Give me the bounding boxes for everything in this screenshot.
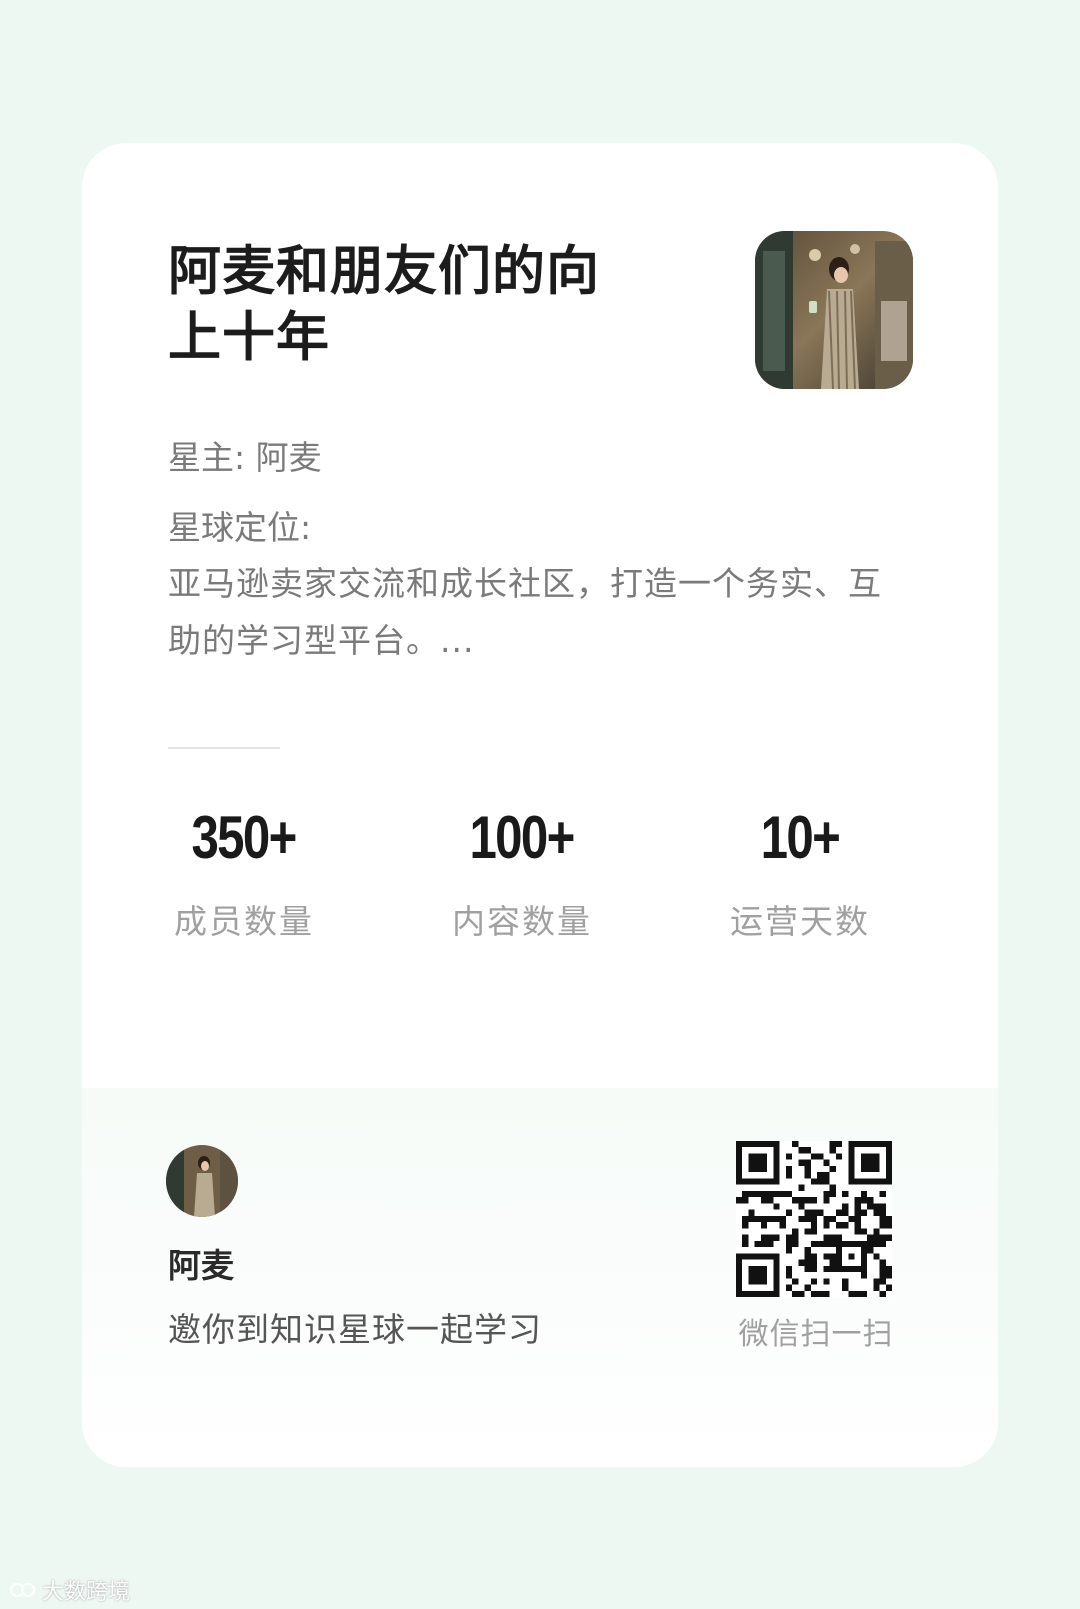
stat-value: 350+ [191,804,298,871]
inviter-name: 阿麦 [168,1246,234,1285]
stat-value: 100+ [469,804,576,871]
planet-title: 阿麦和朋友们的向上十年 [168,241,600,368]
watermark-logo-icon [10,1583,35,1597]
watermark: 大数跨境 [10,1574,130,1606]
stat-contents: 100+ 内容数量 [422,803,622,943]
positioning-description: 亚马逊卖家交流和成长社区，打造一个务实、互助的学习型平台。... [168,564,882,660]
qr-scan-label: 微信扫一扫 [738,1317,894,1352]
stat-label: 成员数量 [174,902,314,941]
invite-message: 邀你到知识星球一起学习 [168,1310,542,1349]
share-poster: { "planet": { "title": "阿麦和朋友们的向上十年", "o… [0,0,1080,1609]
planet-cover-image [755,231,913,389]
planet-card: 阿麦和朋友们的向上十年 星主: 阿麦 星球定位: 亚马逊卖家交流和成长社区，打造… [82,143,998,1467]
watermark-text: 大数跨境 [42,1580,131,1605]
avatar [166,1145,238,1217]
divider [168,747,280,749]
stat-label: 运营天数 [730,902,870,941]
stat-days: 10+ 运营天数 [700,803,900,943]
qr-code-icon[interactable] [736,1141,892,1297]
stat-value: 10+ [760,804,841,871]
stat-label: 内容数量 [452,902,592,941]
positioning-label: 星球定位: [168,508,312,547]
planet-owner: 星主: 阿麦 [168,438,322,477]
stat-members: 350+ 成员数量 [144,803,344,943]
